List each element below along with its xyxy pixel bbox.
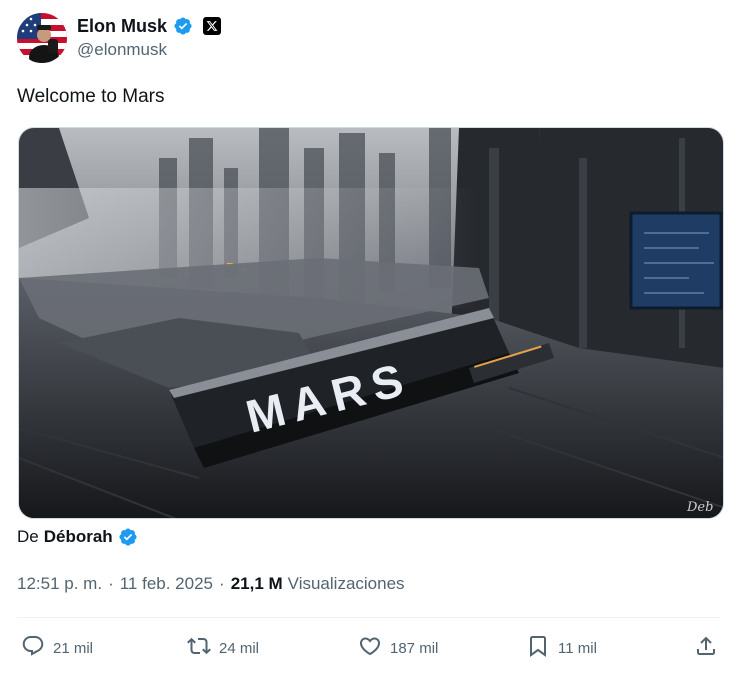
repost-count: 24 mil [219,639,260,657]
tweet-time[interactable]: 12:51 p. m. [17,574,102,594]
like-count: 187 mil [390,639,439,657]
credit-prefix: De [17,527,39,546]
verified-badge-icon [118,527,138,547]
meta-separator: · [219,574,225,593]
share-button[interactable] [694,628,718,668]
author-handle[interactable]: @elonmusk [77,40,167,60]
tweet-text: Welcome to Mars [17,86,165,107]
media-credit: De Déborah [17,527,138,547]
mars-city-image: MARS Deb [19,128,723,518]
bookmark-icon [526,634,550,662]
author-display-name[interactable]: Elon Musk [77,16,167,37]
reply-count: 21 mil [53,639,94,657]
views-label: Visualizaciones [287,574,405,593]
tweet-meta: 12:51 p. m. · 11 feb. 2025 · 21,1 M Visu… [17,574,405,594]
reply-button[interactable]: 21 mil [21,628,93,668]
repost-button[interactable]: 24 mil [187,628,259,668]
avatar-image [17,13,67,63]
x-logo-icon [203,17,222,35]
like-button[interactable]: 187 mil [358,628,438,668]
tweet-date[interactable]: 11 feb. 2025 [120,574,213,594]
avatar[interactable] [17,13,67,63]
meta-separator: · [108,574,114,593]
divider [17,617,720,618]
verified-badge-icon [173,16,193,36]
bookmark-button[interactable]: 11 mil [526,628,597,668]
author-name-row: Elon Musk [77,14,222,38]
share-icon [694,634,718,662]
repost-icon [187,634,211,662]
bookmark-count: 11 mil [558,639,597,657]
tweet-media-image[interactable]: MARS Deb [18,127,724,519]
credit-name[interactable]: Déborah [44,527,113,547]
views-count: 21,1 M [230,574,283,593]
image-signature: Deb [686,500,713,515]
heart-icon [358,634,382,662]
reply-icon [21,634,45,662]
tweet-card: Elon Musk @elonmusk Welcome to Mars MARS… [0,0,737,675]
action-bar: 21 mil 24 mil 187 mil 11 mil [17,628,720,668]
